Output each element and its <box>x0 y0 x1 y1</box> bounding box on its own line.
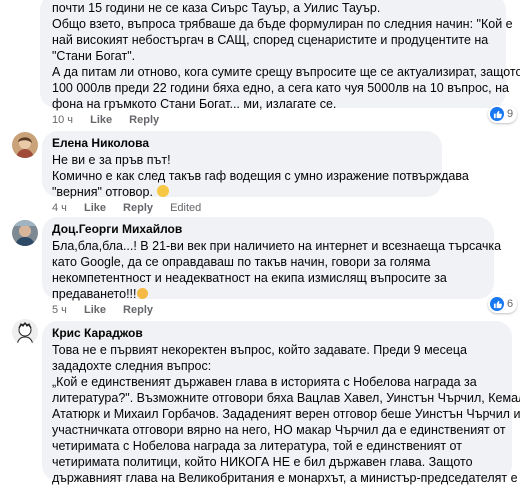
comment-text: "верния" отговор. <box>52 185 153 199</box>
like-reaction-icon <box>490 297 504 311</box>
smile-emoji-icon <box>157 185 170 197</box>
comment-meta: 4 ч Like Reply Edited <box>52 202 215 214</box>
avatar[interactable] <box>12 220 38 246</box>
comment-text-line: почти 15 години не се каза Сиърс Тауър, … <box>52 1 381 15</box>
comment-text-line: участничката отговори вярно на него, НО … <box>52 423 506 437</box>
comment-bubble: Доц.Георги Михайлов Бла,бла,бла...! В 21… <box>42 217 502 302</box>
comment-text-line: некомпетентност и неадекватност на екипа… <box>52 271 447 285</box>
comment-author[interactable]: Крис Караджов <box>52 326 502 341</box>
reply-link[interactable]: Reply <box>129 114 159 126</box>
like-link[interactable]: Like <box>84 304 106 316</box>
reaction-count-badge[interactable]: 6 <box>488 295 518 313</box>
comment-author[interactable]: Доц.Георги Михайлов <box>52 222 484 237</box>
comment-text-line: "Стани Богат". <box>52 49 136 63</box>
comment-meta: 10 ч Like Reply <box>52 114 173 126</box>
comment-text-line: като Google, да се оправдаваш по такъв н… <box>52 255 431 269</box>
reaction-count: 9 <box>507 108 514 120</box>
comment-author[interactable]: Елена Николова <box>52 136 432 151</box>
comment-text: предаването!!! <box>52 287 137 301</box>
sweat-smile-emoji-icon <box>136 288 148 299</box>
comment-text-line: четиримата с Нобелова награда за литерат… <box>52 439 462 453</box>
comment-text-line: най високият небостъргач в САЩ, според с… <box>52 33 489 47</box>
comment-text-line: "верния" отговор. <box>52 184 432 200</box>
comment-text-line: Ататюрк и Михаил Горбачов. Зададеният ве… <box>52 407 520 421</box>
comment-text-line: Общо взето, въпроса трябваше да бъде фор… <box>52 17 513 31</box>
reply-link[interactable]: Reply <box>123 202 153 214</box>
reaction-count: 6 <box>507 298 514 310</box>
comment-bubble: Елена Николова Не ви е за пръв път! Коми… <box>42 131 469 200</box>
comment-text-line: държавният глава на Великобритания е мон… <box>52 471 518 485</box>
comment-text-line: фона на гръмкото Стани Богат... ми, изла… <box>52 97 337 111</box>
like-reaction-icon <box>490 107 504 121</box>
comment-text-line: 100 000лв преди 22 години бяха едно, а с… <box>52 81 509 95</box>
comment-text-line: Не ви е за пръв път! <box>52 153 171 167</box>
reaction-count-badge[interactable]: 9 <box>488 105 518 123</box>
avatar[interactable] <box>12 132 38 158</box>
comment-text-line: предаването!!! <box>52 286 484 302</box>
edited-label: Edited <box>170 202 202 214</box>
comment-meta: 5 ч Like Reply <box>52 304 167 316</box>
comment-bubble: Крис Караджов Това не е първият некорект… <box>42 321 520 485</box>
reply-link[interactable]: Reply <box>123 304 153 316</box>
comment-text-line: четиримата политици, който НИКОГА НЕ е б… <box>52 455 473 469</box>
comment-bubble: почти 15 години не се каза Сиърс Тауър, … <box>40 0 520 111</box>
like-link[interactable]: Like <box>90 114 112 126</box>
comment-text-line: А да питам ли отново, кога сумите срещу … <box>52 65 520 79</box>
comment-text-line: Това не е първият некоректен въпрос, кой… <box>52 343 467 357</box>
comment-timestamp: 5 ч <box>52 304 67 316</box>
avatar[interactable] <box>12 319 38 345</box>
comment-text-line: Комично е как след такъв гаф водещия с у… <box>52 169 469 183</box>
comment-timestamp: 10 ч <box>52 114 74 126</box>
comment-text-line: „Кой е единственият държавен глава в ист… <box>52 375 477 389</box>
comment-text-line: Бла,бла,бла...! В 21-ви век при наличиет… <box>52 239 502 253</box>
comment-text-line: зададохте следния въпрос: <box>52 359 212 373</box>
comment-timestamp: 4 ч <box>52 202 67 214</box>
comment-text-line: литература?". Възможните отговори бяха В… <box>52 391 520 405</box>
like-link[interactable]: Like <box>84 202 106 214</box>
